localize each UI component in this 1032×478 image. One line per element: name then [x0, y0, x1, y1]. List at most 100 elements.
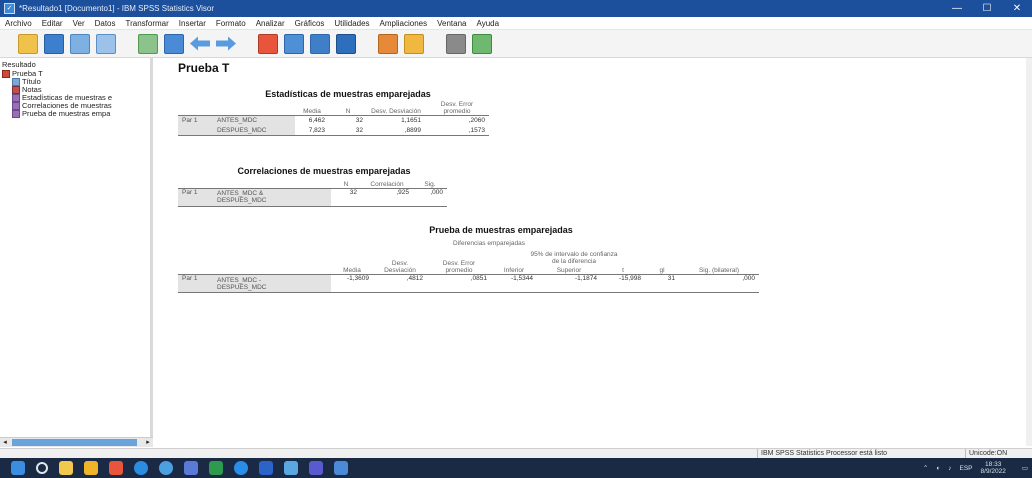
window-title: *Resultado1 [Documento1] - IBM SPSS Stat… — [19, 4, 215, 13]
minimize-button[interactable]: — — [942, 0, 972, 17]
media-icon[interactable] — [184, 461, 198, 475]
open-folder-icon[interactable] — [18, 33, 38, 54]
network-icon[interactable]: ◐ — [936, 465, 940, 472]
scroll-left-icon[interactable]: ◂ — [0, 438, 10, 447]
toolbar — [0, 30, 1032, 58]
variable-label: DESPUES_MDC — [217, 283, 267, 291]
outline-item-prueba-muestras[interactable]: Prueba de muestras empa — [12, 109, 110, 118]
header-desv: Desv. Desviación — [384, 260, 416, 274]
table-icon — [12, 109, 20, 118]
menu-datos[interactable]: Datos — [95, 19, 116, 28]
variable-label: DESPUES_MDC — [217, 197, 267, 204]
chat-icon[interactable] — [234, 461, 248, 475]
pair-label: Par 1 — [178, 274, 213, 293]
scroll-thumb[interactable] — [12, 439, 137, 446]
header-sig: Sig. — [424, 180, 436, 188]
stats-table-title: Estadísticas de muestras emparejadas — [265, 89, 431, 99]
menu-ayuda[interactable]: Ayuda — [477, 19, 500, 28]
menu-ver[interactable]: Ver — [73, 19, 85, 28]
file-explorer-icon[interactable] — [84, 461, 98, 475]
menu-analizar[interactable]: Analizar — [256, 19, 285, 28]
menu-utilidades[interactable]: Utilidades — [334, 19, 369, 28]
photos-icon[interactable] — [284, 461, 298, 475]
clock[interactable]: 18:33 8/9/2022 — [981, 461, 1006, 475]
undo-icon[interactable] — [190, 36, 210, 51]
app-icon[interactable] — [159, 461, 173, 475]
corr-table-title: Correlaciones de muestras emparejadas — [237, 166, 411, 176]
volume-icon[interactable]: ♪ — [948, 465, 951, 472]
cell-superior: -1,1874 — [537, 274, 601, 293]
variable-label: ANTES_MDC - — [217, 276, 262, 284]
menu-insertar[interactable]: Insertar — [179, 19, 206, 28]
save-icon[interactable] — [44, 33, 64, 54]
goto-case-icon[interactable] — [284, 33, 304, 54]
corr-table: N Correlación Sig. Par 1 ANTES_MDC & DES… — [178, 178, 447, 207]
search-icon[interactable] — [36, 462, 48, 474]
cell-se: ,2060 — [425, 115, 489, 126]
language-indicator[interactable]: ESP — [960, 465, 973, 472]
menu-formato[interactable]: Formato — [216, 19, 246, 28]
header-media: Media — [343, 267, 361, 274]
menu-graficos[interactable]: Gráficos — [295, 19, 325, 28]
menu-ampliaciones[interactable]: Ampliaciones — [380, 19, 428, 28]
cell-se: ,1573 — [425, 125, 489, 136]
menu-editar[interactable]: Editar — [42, 19, 63, 28]
clock-date: 8/9/2022 — [980, 468, 1006, 475]
table-row: Par 1 ANTES_MDC & DESPUES_MDC 32 ,925 ,0… — [178, 187, 447, 207]
export-icon[interactable] — [138, 33, 158, 54]
outline-root-label: Resultado — [2, 60, 36, 69]
cell-t: -15,998 — [601, 274, 645, 293]
menu-transformar[interactable]: Transformar — [126, 19, 169, 28]
header-superior: Superior — [556, 267, 582, 274]
pair-label: Par 1 — [178, 187, 213, 207]
menu-archivo[interactable]: Archivo — [5, 19, 32, 28]
maximize-button[interactable]: ☐ — [972, 0, 1002, 17]
table-row: Par 1 ANTES_MDC - DESPUES_MDC -1,3609 ,4… — [178, 274, 759, 293]
spss-taskbar-icon[interactable] — [334, 461, 348, 475]
stats-table: Media N Desv. Desviación Desv. Error pro… — [178, 101, 489, 136]
toolbar-separator — [246, 34, 248, 54]
content-vertical-scrollbar[interactable] — [1026, 58, 1032, 446]
windows-start-icon[interactable] — [11, 461, 25, 475]
variables-icon[interactable] — [336, 33, 356, 54]
cell-n: 32 — [331, 187, 361, 207]
word-icon[interactable] — [259, 461, 273, 475]
brave-browser-icon[interactable] — [109, 461, 123, 475]
chevron-up-icon[interactable]: ⌃ — [923, 464, 928, 472]
goto-data-icon[interactable] — [258, 33, 278, 54]
outline-pane[interactable]: Resultado Prueba T Título Notas Estadíst… — [0, 58, 153, 446]
table-row: DESPUES_MDC 7,823 32 ,8899 ,1573 — [178, 125, 489, 136]
test-table: Media Desv. Desviación Desv. Error prome… — [178, 260, 759, 293]
insert-output-icon[interactable] — [378, 33, 398, 54]
ci-header-line-1: 95% de intervalo de confianza — [530, 251, 618, 258]
header-t: t — [622, 267, 624, 274]
header-correlacion: Correlación — [370, 180, 404, 188]
print-icon[interactable] — [70, 33, 90, 54]
excel-icon[interactable] — [209, 461, 223, 475]
outline-root[interactable]: Resultado — [2, 60, 36, 69]
teams-icon[interactable] — [309, 461, 323, 475]
variable-label: ANTES_MDC & — [217, 190, 264, 197]
goto-variable-icon[interactable] — [310, 33, 330, 54]
cell-sd: ,8899 — [367, 125, 425, 136]
header-inferior: Inferior — [503, 267, 525, 274]
menu-bar: Archivo Editar Ver Datos Transformar Ins… — [0, 17, 1032, 30]
promote-icon[interactable] — [472, 33, 492, 54]
task-view-icon[interactable] — [59, 461, 73, 475]
redo-icon[interactable] — [216, 36, 236, 51]
close-button[interactable]: ✕ — [1002, 0, 1032, 17]
clock-time: 18:33 — [985, 461, 1002, 468]
scroll-right-icon[interactable]: ▸ — [143, 438, 153, 447]
show-hide-icon[interactable] — [446, 33, 466, 54]
designate-window-icon[interactable] — [404, 33, 424, 54]
notification-icon[interactable]: ▭ — [1022, 464, 1028, 472]
print-preview-icon[interactable] — [96, 33, 116, 54]
output-content-pane[interactable]: Prueba T Estadísticas de muestras empare… — [156, 58, 1032, 446]
outline-horizontal-scrollbar[interactable]: ◂ ▸ — [0, 437, 153, 447]
cell-error: ,0851 — [427, 274, 491, 293]
header-desv: Desv. Desviación — [371, 108, 421, 115]
menu-ventana[interactable]: Ventana — [437, 19, 466, 28]
toolbar-separator — [434, 34, 436, 54]
recall-dialog-icon[interactable] — [164, 33, 184, 54]
edge-icon[interactable] — [134, 461, 148, 475]
